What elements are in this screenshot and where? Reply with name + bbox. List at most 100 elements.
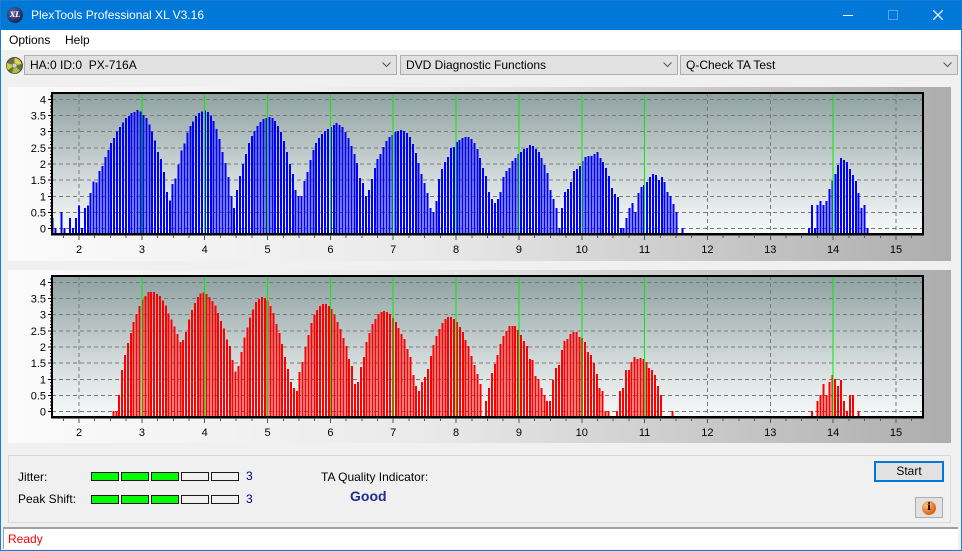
menu-help[interactable]: Help (63, 33, 92, 47)
chart-bar (144, 295, 147, 417)
chart-bar (255, 302, 258, 417)
maximize-button[interactable] (870, 0, 916, 30)
function-select[interactable]: DVD Diagnostic Functions (400, 55, 678, 75)
chart-bar (295, 390, 298, 417)
close-button[interactable] (915, 0, 961, 30)
chart-bar (412, 375, 415, 417)
start-button[interactable]: Start (874, 461, 944, 482)
chart-bar (185, 332, 188, 417)
chart-bar (217, 313, 220, 417)
chart-panel-bottom: 4 3.5 3 2.5 2 1.5 1 0.5 0 2 3 4 5 6 7 8 9 10 11 12 13 14 15 (8, 270, 951, 443)
chart-bar (262, 119, 265, 234)
chart-bar (476, 374, 479, 417)
info-button[interactable]: i (915, 497, 943, 518)
chart-bar (95, 182, 98, 234)
test-select[interactable]: Q-Check TA Test (680, 55, 958, 75)
chart-bar (101, 165, 104, 234)
y-tick-label: 0.5 (31, 391, 46, 403)
chart-bar (552, 379, 555, 417)
chart-bar (557, 365, 560, 417)
chart-bar (554, 368, 557, 417)
chart-bar (400, 130, 403, 234)
chart-bar (129, 333, 132, 417)
chart-bar (368, 333, 371, 417)
chart-bar (362, 183, 365, 234)
chart-bar (272, 313, 275, 417)
test-select-value: Q-Check TA Test (686, 58, 776, 72)
chevron-down-icon (943, 62, 952, 68)
chart-bar (356, 381, 359, 417)
chart-bar (116, 131, 119, 234)
chart-bar (252, 309, 255, 417)
chart-bar (373, 167, 376, 234)
chart-bar (640, 186, 643, 234)
chart-bar (490, 372, 493, 417)
chart-bar (843, 160, 846, 234)
chart-bar (164, 305, 167, 417)
chart-bar (592, 363, 595, 417)
menu-options[interactable]: Options (7, 33, 52, 47)
chart-bar (183, 143, 186, 234)
chart-bar (370, 178, 373, 234)
chart-bar (240, 351, 243, 417)
chart-bar (628, 207, 631, 234)
chart-bar (313, 314, 316, 417)
chart-bar (584, 342, 587, 417)
chart-bar (514, 157, 517, 234)
chevron-down-icon (663, 62, 672, 68)
chart-bar (356, 163, 359, 234)
chart-bar (493, 364, 496, 418)
chart-bar (496, 355, 499, 417)
y-tick-label: 1.5 (31, 358, 46, 370)
chart-bar (156, 293, 159, 417)
chart-bar (496, 198, 499, 234)
chart-bar (189, 125, 192, 234)
chart-bar (359, 177, 362, 234)
chart-bar (555, 207, 558, 234)
x-tick-label: 13 (764, 244, 776, 256)
chart-bar (151, 131, 154, 234)
title-bar[interactable]: XL PlexTools Professional XL V3.16 (0, 0, 962, 30)
chart-bar (828, 381, 831, 417)
chart-bar (364, 196, 367, 234)
chart-bar (260, 296, 263, 417)
chart-bar (613, 194, 616, 234)
chart-bar (275, 324, 278, 417)
drive-select[interactable]: HA:0 ID:0 PX-716A (24, 55, 397, 75)
chart-bar (161, 300, 164, 417)
close-icon (933, 10, 943, 20)
chart-bar (196, 296, 199, 417)
chart-bar (332, 124, 335, 234)
chart-bar (397, 131, 400, 234)
chart-bar (502, 176, 505, 234)
y-tick-label: 2.5 (31, 143, 46, 155)
y-tick-label: 1.5 (31, 175, 46, 187)
chart-bar (294, 189, 297, 234)
chart-bar (110, 142, 113, 234)
chart-bar (627, 369, 630, 417)
chart-bar (659, 394, 662, 417)
chart-bar (359, 367, 362, 417)
chart-bar (98, 171, 101, 234)
chart-bar (602, 162, 605, 234)
chart-bar (335, 122, 338, 234)
chart-bar (846, 162, 849, 234)
status-bar: Ready (3, 527, 958, 549)
chart-bar (441, 168, 444, 234)
chart-bar (318, 138, 321, 234)
y-tick-label: 2 (40, 342, 46, 354)
chart-bar (526, 148, 529, 234)
chart-bar (429, 356, 432, 417)
chart-bar (549, 400, 552, 417)
chart-bar (543, 164, 546, 234)
chart-bar (633, 357, 636, 417)
chart-bar (409, 357, 412, 417)
minimize-button[interactable] (825, 0, 871, 30)
chart-bar (127, 116, 130, 234)
chart-bar (848, 168, 851, 234)
chart-bar (171, 184, 174, 234)
chart-bar (214, 305, 217, 417)
y-tick-label: 0.5 (31, 208, 46, 220)
chart-bar (321, 133, 324, 234)
chart-bar (575, 332, 578, 417)
